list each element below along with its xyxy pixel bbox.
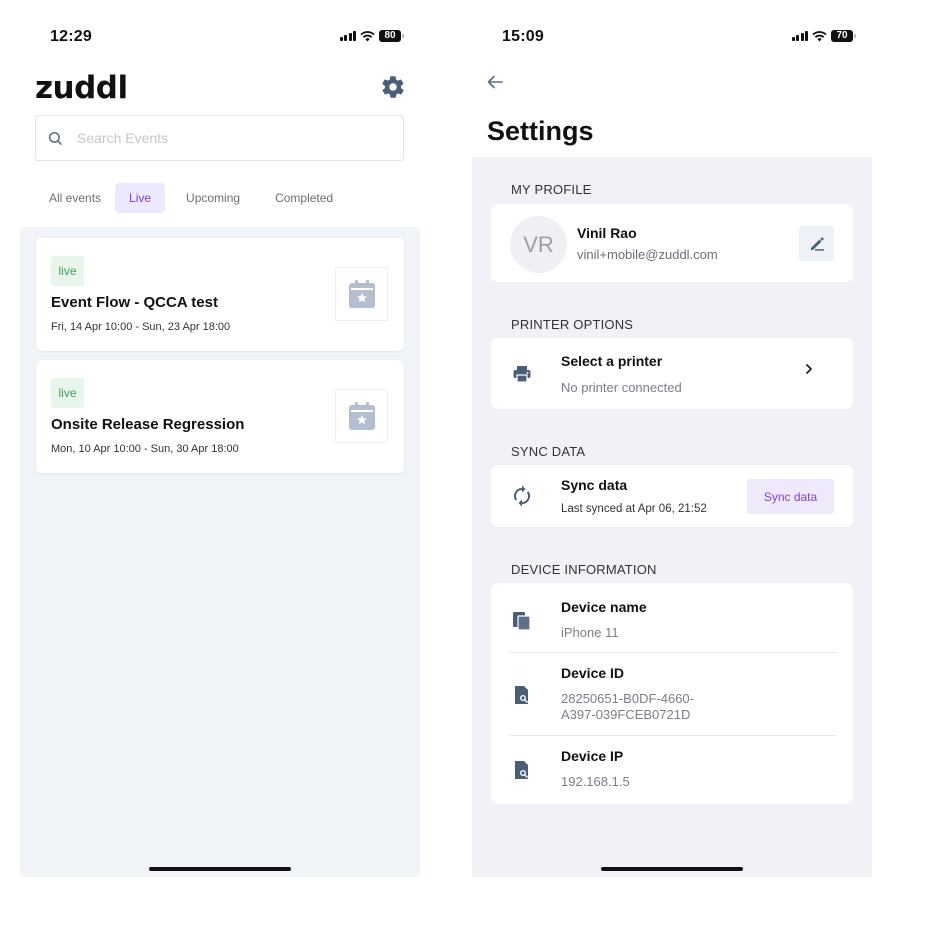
live-badge: live [51,378,84,408]
section-label-my-profile: MY PROFILE [511,182,592,197]
status-time: 12:29 [50,28,92,45]
settings-content: MY PROFILE VR Vinil Rao vinil+mobile@zud… [472,157,872,877]
wifi-icon [360,30,375,41]
event-title: Onsite Release Regression [51,416,245,433]
tab-all-events[interactable]: All events [35,183,115,213]
divider [510,652,836,653]
tab-completed[interactable]: Completed [261,183,347,213]
device-name-label: Device name [561,599,647,615]
event-card[interactable]: live Event Flow - QCCA test Fri, 14 Apr … [36,238,404,351]
events-screen: 12:29 80 zuddl All events Live Upcoming … [20,20,420,877]
device-id-value-line2: A397-039FCEB0721D [561,707,691,722]
app-logo: zuddl [35,70,128,106]
arrow-left-icon [487,75,503,89]
event-dates: Fri, 14 Apr 10:00 - Sun, 23 Apr 18:00 [51,321,231,333]
gear-icon [382,76,404,98]
device-name-value: iPhone 11 [561,625,619,640]
calendar-star-icon [348,402,375,430]
profile-email: vinil+mobile@zuddl.com [577,247,718,262]
device-id-label: Device ID [561,665,625,681]
profile-name: Vinil Rao [577,225,637,241]
battery-level: 80 [379,30,401,42]
search-input[interactable] [77,130,357,146]
section-label-device-information: DEVICE INFORMATION [511,562,657,577]
cellular-signal-icon [339,31,356,41]
settings-button[interactable] [380,74,406,100]
device-info-card: Device name iPhone 11 Device ID 28250651… [491,583,853,804]
status-bar: 12:29 80 [20,20,420,56]
page-title: Settings [487,116,594,146]
last-synced-text: Last synced at Apr 06, 21:52 [561,503,707,515]
edit-profile-button[interactable] [799,226,834,261]
sync-title: Sync data [561,477,628,493]
devices-icon [511,609,533,631]
printer-title: Select a printer [561,353,663,369]
event-card[interactable]: live Onsite Release Regression Mon, 10 A… [36,360,404,473]
event-title: Event Flow - QCCA test [51,294,218,311]
status-icons: 70 [791,30,856,42]
home-indicator [149,867,291,871]
device-id-icon [511,684,533,706]
event-filter-tabs: All events Live Upcoming Completed [35,183,347,213]
sync-data-card: Sync data Last synced at Apr 06, 21:52 S… [491,465,853,527]
section-label-printer-options: PRINTER OPTIONS [511,317,634,332]
tab-live[interactable]: Live [115,183,166,213]
home-indicator [601,867,743,871]
chevron-right-icon [806,364,812,374]
avatar: VR [510,216,567,273]
event-list: live Event Flow - QCCA test Fri, 14 Apr … [20,227,420,877]
divider [510,735,836,736]
printer-icon [511,363,533,385]
settings-screen: 15:09 70 Settings MY PROFILE VR Vinil Ra… [472,20,872,877]
tab-upcoming[interactable]: Upcoming [172,183,254,213]
device-ip-value: 192.168.1.5 [561,774,630,789]
cellular-signal-icon [791,31,808,41]
status-time: 15:09 [502,28,544,45]
pencil-icon [810,236,824,251]
wifi-icon [812,30,827,41]
battery-icon: 80 [379,30,404,42]
device-id-value-line1: 28250651-B0DF-4660- [561,691,694,706]
status-bar: 15:09 70 [472,20,872,56]
printer-status: No printer connected [561,380,682,395]
battery-icon: 70 [831,30,856,42]
search-field[interactable] [35,115,404,161]
calendar-star-icon [348,280,375,308]
sync-icon [511,485,533,507]
battery-level: 70 [831,30,853,42]
section-label-sync-data: SYNC DATA [511,444,586,459]
device-ip-icon [511,759,533,781]
live-badge: live [51,256,84,286]
search-icon [48,131,62,145]
device-ip-label: Device IP [561,748,624,764]
event-thumbnail [335,267,388,321]
sync-data-button[interactable]: Sync data [747,479,834,514]
profile-card: VR Vinil Rao vinil+mobile@zuddl.com [491,204,853,282]
status-icons: 80 [339,30,404,42]
back-button[interactable] [486,73,506,93]
select-printer-row[interactable]: Select a printer No printer connected [491,338,853,409]
event-thumbnail [335,389,388,443]
event-dates: Mon, 10 Apr 10:00 - Sun, 30 Apr 18:00 [51,443,239,455]
